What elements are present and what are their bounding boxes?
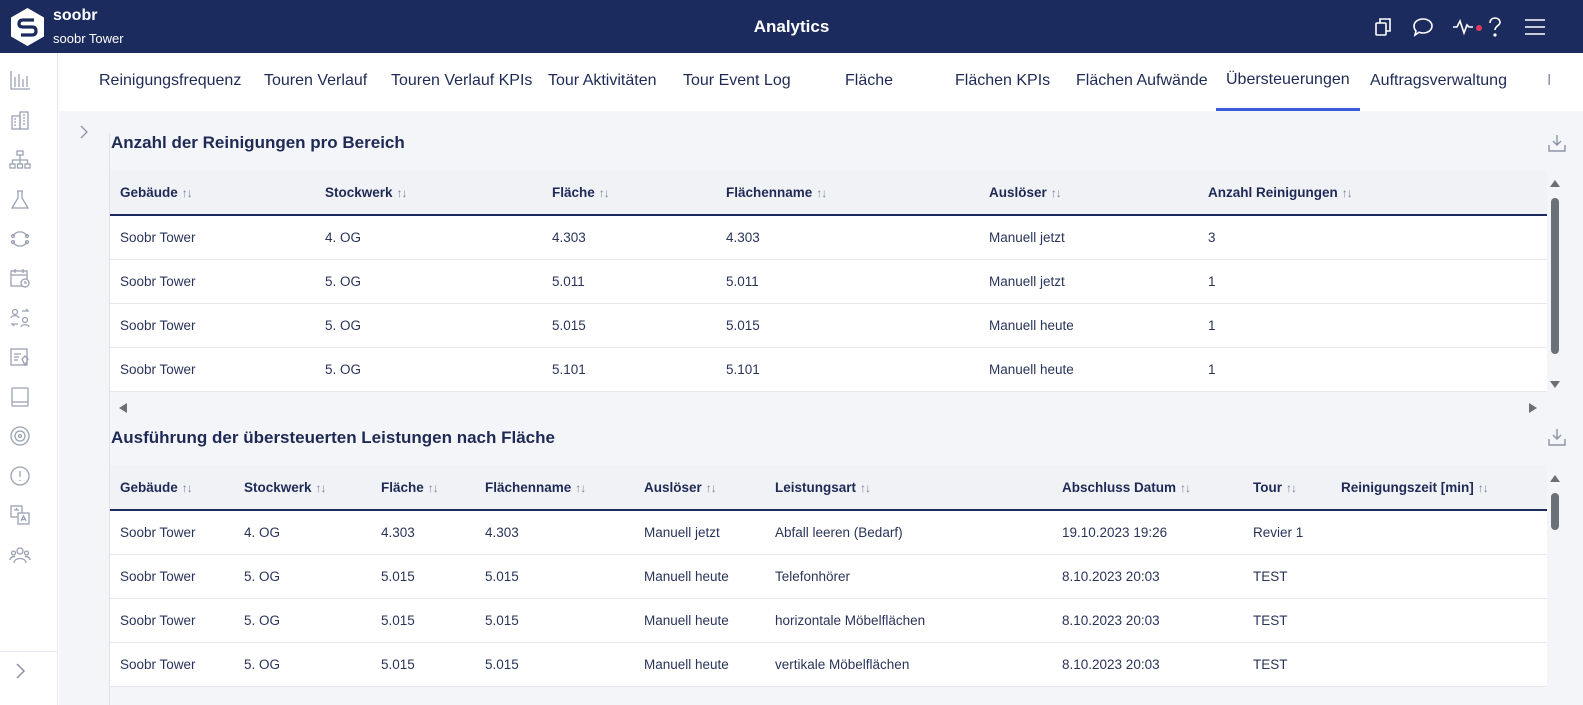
scroll-up-arrow-icon[interactable] xyxy=(1550,180,1560,187)
column-header-leistungsart[interactable]: Leistungsart ↑↓ xyxy=(765,465,1052,511)
user-swap-icon[interactable] xyxy=(9,307,31,329)
table-row[interactable]: Soobr Tower 5. OG 5.011 5.011 Manuell jetzt 1 xyxy=(110,259,1547,304)
tab-reinigungsfrequenz[interactable]: Reinigungsfrequenz xyxy=(99,72,241,90)
sort-icon[interactable]: ↑↓ xyxy=(575,481,586,495)
table2-title: Ausführung der übersteuerten Leistungen … xyxy=(111,428,555,447)
alert-icon[interactable] xyxy=(9,465,31,487)
tab-touren-verlauf[interactable]: Touren Verlauf xyxy=(264,72,367,90)
team-icon[interactable] xyxy=(9,544,31,566)
tab-tour-event-log[interactable]: Tour Event Log xyxy=(683,72,791,90)
sort-icon[interactable]: ↑↓ xyxy=(860,481,871,495)
table1-title: Anzahl der Reinigungen pro Bereich xyxy=(111,133,405,152)
tab-auftragsverwaltung[interactable]: Auftragsverwaltung xyxy=(1370,72,1507,90)
sort-icon[interactable]: ↑↓ xyxy=(182,186,193,200)
sensor-icon[interactable] xyxy=(9,425,31,447)
soobr-logo-icon[interactable] xyxy=(9,7,46,47)
table-row[interactable]: Soobr Tower 5. OG 5.015 5.015 Manuell heute T… xyxy=(110,554,1547,599)
sort-icon[interactable]: ↑↓ xyxy=(182,481,193,495)
column-header-ausloeser[interactable]: Auslöser ↑↓ xyxy=(634,465,765,511)
column-header-anzahl-reinigungen[interactable]: Anzahl Reinigungen ↑↓ xyxy=(1198,170,1547,216)
tab-overflow-partial[interactable]: I xyxy=(1547,72,1551,90)
scroll-thumb[interactable] xyxy=(1551,493,1559,530)
analytics-tab-bar: Reinigungsfrequenz Touren Verlauf Touren… xyxy=(59,53,1583,111)
activity-icon[interactable] xyxy=(1443,14,1483,40)
tab-tour-aktivitaeten[interactable]: Tour Aktivitäten xyxy=(548,72,657,90)
sort-icon[interactable]: ↑↓ xyxy=(1286,481,1297,495)
column-header-tour[interactable]: Tour ↑↓ xyxy=(1243,465,1331,511)
report-icon[interactable] xyxy=(9,346,31,368)
calendar-clock-icon[interactable] xyxy=(9,267,31,289)
tab-touren-verlauf-kpis[interactable]: Touren Verlauf KPIs xyxy=(391,72,532,90)
notification-dot xyxy=(1476,25,1482,31)
tab-flaechen-aufwaende[interactable]: Flächen Aufwände xyxy=(1076,72,1208,90)
table2-override-executions: Gebäude ↑↓ Stockwerk ↑↓ Fläche ↑↓ Flächenna… xyxy=(110,465,1547,687)
left-nav-rail xyxy=(0,53,58,705)
scroll-left-arrow-icon[interactable] xyxy=(119,403,127,413)
sort-icon[interactable]: ↑↓ xyxy=(428,481,439,495)
table1-horizontal-scrollbar[interactable] xyxy=(110,399,1547,417)
tablet-icon[interactable] xyxy=(9,386,31,408)
sort-icon[interactable]: ↑↓ xyxy=(599,186,610,200)
table-row[interactable]: Soobr Tower 4. OG 4.303 4.303 Manuell jetzt A… xyxy=(110,510,1547,555)
top-bar: soobr soobr Tower Analytics xyxy=(0,0,1583,53)
rail-separator xyxy=(0,651,57,652)
chevron-right-icon[interactable] xyxy=(77,125,91,139)
table2-vertical-scrollbar[interactable] xyxy=(1549,472,1561,532)
chat-icon[interactable] xyxy=(1403,14,1443,40)
expand-rail-chevron-icon[interactable] xyxy=(10,661,30,681)
scroll-right-arrow-icon[interactable] xyxy=(1529,403,1537,413)
sort-icon[interactable]: ↑↓ xyxy=(1180,481,1191,495)
download-icon[interactable] xyxy=(1547,427,1567,447)
table-row[interactable]: Soobr Tower 5. OG 5.101 5.101 Manuell heute 1 xyxy=(110,347,1547,392)
table-row[interactable]: Soobr Tower 4. OG 4.303 4.303 Manuell jetzt 3 xyxy=(110,215,1547,260)
building-icon[interactable] xyxy=(9,109,31,131)
sort-icon[interactable]: ↑↓ xyxy=(1342,186,1353,200)
scroll-thumb[interactable] xyxy=(1551,198,1559,354)
sort-icon[interactable]: ↑↓ xyxy=(706,481,717,495)
scroll-down-arrow-icon[interactable] xyxy=(1550,381,1560,388)
column-header-reinigungszeit[interactable]: Reinigungszeit [min] ↑↓ xyxy=(1331,465,1547,511)
column-header-flaeche[interactable]: Fläche ↑↓ xyxy=(542,170,716,216)
translate-icon[interactable] xyxy=(9,504,31,526)
column-header-gebaeude[interactable]: Gebäude ↑↓ xyxy=(110,170,315,216)
download-icon[interactable] xyxy=(1547,133,1567,153)
bar-chart-icon[interactable] xyxy=(9,69,31,91)
column-header-flaechenname[interactable]: Flächenname ↑↓ xyxy=(475,465,634,511)
cycle-icon[interactable] xyxy=(9,228,31,250)
copy-icon[interactable] xyxy=(1363,14,1403,40)
column-header-gebaeude[interactable]: Gebäude ↑↓ xyxy=(110,465,234,511)
scroll-up-arrow-icon[interactable] xyxy=(1550,475,1560,482)
column-header-stockwerk[interactable]: Stockwerk ↑↓ xyxy=(234,465,371,511)
column-header-ausloeser[interactable]: Auslöser ↑↓ xyxy=(979,170,1198,216)
column-header-stockwerk[interactable]: Stockwerk ↑↓ xyxy=(315,170,542,216)
help-icon[interactable] xyxy=(1483,14,1507,40)
main-content: Anzahl der Reinigungen pro Bereich Gebäu… xyxy=(59,111,1583,705)
menu-icon[interactable] xyxy=(1507,14,1563,40)
sort-icon[interactable]: ↑↓ xyxy=(1478,481,1489,495)
column-header-abschluss-datum[interactable]: Abschluss Datum ↑↓ xyxy=(1052,465,1243,511)
sort-icon[interactable]: ↑↓ xyxy=(816,186,827,200)
table-row[interactable]: Soobr Tower 5. OG 5.015 5.015 Manuell heute h… xyxy=(110,598,1547,643)
tab-uebersteuerungen[interactable]: Übersteuerungen xyxy=(1226,71,1350,89)
tab-flaeche[interactable]: Fläche xyxy=(845,72,893,90)
sort-icon[interactable]: ↑↓ xyxy=(1051,186,1062,200)
column-header-flaechenname[interactable]: Flächenname ↑↓ xyxy=(716,170,979,216)
table1-vertical-scrollbar[interactable] xyxy=(1549,177,1561,391)
sort-icon[interactable]: ↑↓ xyxy=(397,186,408,200)
table1-cleanings-per-area: Gebäude ↑↓ Stockwerk ↑↓ Fläche ↑↓ Flächenna… xyxy=(110,170,1547,392)
hierarchy-icon[interactable] xyxy=(9,149,31,171)
brand-name: soobr xyxy=(53,7,98,24)
table-row[interactable]: Soobr Tower 5. OG 5.015 5.015 Manuell heute 1 xyxy=(110,303,1547,348)
table-row[interactable]: Soobr Tower 5. OG 5.015 5.015 Manuell heute v… xyxy=(110,642,1547,687)
page-title: Analytics xyxy=(753,17,830,36)
building-selector[interactable]: soobr Tower xyxy=(53,31,124,46)
column-header-flaeche[interactable]: Fläche ↑↓ xyxy=(371,465,475,511)
tab-flaechen-kpis[interactable]: Flächen KPIs xyxy=(955,72,1050,90)
flask-icon[interactable] xyxy=(9,189,31,211)
sort-icon[interactable]: ↑↓ xyxy=(316,481,327,495)
